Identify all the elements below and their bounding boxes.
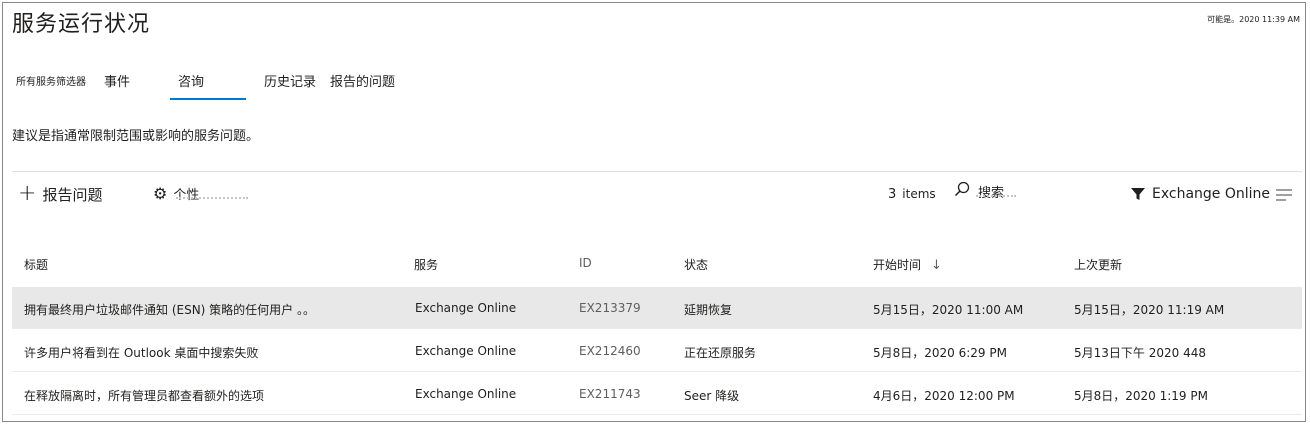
gear-icon: ⚙ xyxy=(153,184,168,203)
toolbar-divider xyxy=(12,171,1302,172)
row-id: EX212460 xyxy=(579,344,641,358)
active-tab-indicator xyxy=(170,98,246,100)
personalize-label-faded xyxy=(176,197,248,199)
personalize-label: 个性 xyxy=(173,188,200,203)
search-placeholder-faded xyxy=(976,195,1016,197)
service-filter-button[interactable]: Exchange Online xyxy=(1130,186,1270,202)
column-header-id[interactable]: ID xyxy=(579,256,592,270)
row-service: Exchange Online xyxy=(415,344,517,358)
row-service: Exchange Online xyxy=(415,301,517,315)
start-time-header-label: 开始时间 xyxy=(873,258,922,272)
row-title[interactable]: 在释放隔离时，所有管理员都查看额外的选项 xyxy=(24,387,264,404)
row-last-updated: 5月13日下午 2020 448 xyxy=(1074,346,1206,360)
row-id: EX213379 xyxy=(579,301,641,315)
item-count-value: 3 xyxy=(888,187,897,202)
report-issue-label: 报告问题 xyxy=(42,185,103,204)
row-status: Seer 降级 xyxy=(684,389,740,403)
search-label: 搜索 xyxy=(978,185,1005,201)
report-issue-button[interactable]: + 报告问题 xyxy=(18,183,102,205)
row-status: 延期恢复 xyxy=(684,303,733,317)
plus-icon: + xyxy=(18,181,37,206)
table-row[interactable]: 在释放隔离时，所有管理员都查看额外的选项 Exchange Online EX2… xyxy=(12,373,1302,415)
personalize-button[interactable]: ⚙ 个性 xyxy=(153,184,199,203)
row-title[interactable]: 许多用户将看到在 Outlook 桌面中搜索失败 xyxy=(24,344,258,361)
row-id: EX211743 xyxy=(579,387,641,401)
page-title: 服务运行状况 xyxy=(12,12,151,37)
tab-reported-issues[interactable]: 报告的问题 xyxy=(330,71,395,90)
row-start-time: 4月6日，2020 12:00 PM xyxy=(873,389,1015,403)
row-status: 正在还原服务 xyxy=(684,346,757,360)
tab-incidents[interactable]: 事件 xyxy=(104,71,130,90)
service-filter-value: Exchange Online xyxy=(1152,186,1271,202)
column-header-status[interactable]: 状态 xyxy=(684,256,708,273)
table-row[interactable]: 许多用户将看到在 Outlook 桌面中搜索失败 Exchange Online… xyxy=(12,330,1302,372)
row-start-time: 5月15日，2020 11:00 AM xyxy=(873,303,1024,317)
column-header-start-time[interactable]: 开始时间 ↓ xyxy=(873,256,942,273)
row-title[interactable]: 拥有最终用户垃圾邮件通知 (ESN) 策略的任何用户 。。 xyxy=(24,301,315,318)
row-last-updated: 5月8日，2020 1:19 PM xyxy=(1074,389,1208,403)
all-services-filter[interactable]: 所有服务筛选器 xyxy=(16,73,86,88)
item-count-unit: items xyxy=(902,187,936,201)
column-header-last-updated[interactable]: 上次更新 xyxy=(1074,256,1122,273)
table-row[interactable]: 拥有最终用户垃圾邮件通知 (ESN) 策略的任何用户 。。 Exchange O… xyxy=(12,287,1302,329)
row-last-updated: 5月15日，2020 11:19 AM xyxy=(1074,303,1225,317)
search-box[interactable]: 搜索 xyxy=(954,181,1016,201)
tab-history[interactable]: 历史记录 xyxy=(264,71,316,90)
description-text: 建议是指通常限制范围或影响的服务问题。 xyxy=(12,129,260,144)
column-header-title[interactable]: 标题 xyxy=(24,256,48,273)
column-header-service[interactable]: 服务 xyxy=(414,256,438,273)
search-icon xyxy=(954,181,970,201)
row-service: Exchange Online xyxy=(415,387,517,401)
item-count: 3 items xyxy=(888,187,936,202)
sort-descending-icon: ↓ xyxy=(931,258,942,273)
tab-advisories[interactable]: 咨询 xyxy=(178,71,204,90)
list-icon[interactable] xyxy=(1275,187,1293,206)
row-start-time: 5月8日，2020 6:29 PM xyxy=(873,346,1007,360)
filter-icon xyxy=(1131,188,1145,200)
last-refresh-status: 可能是。2020 11:39 AM xyxy=(1207,15,1300,24)
